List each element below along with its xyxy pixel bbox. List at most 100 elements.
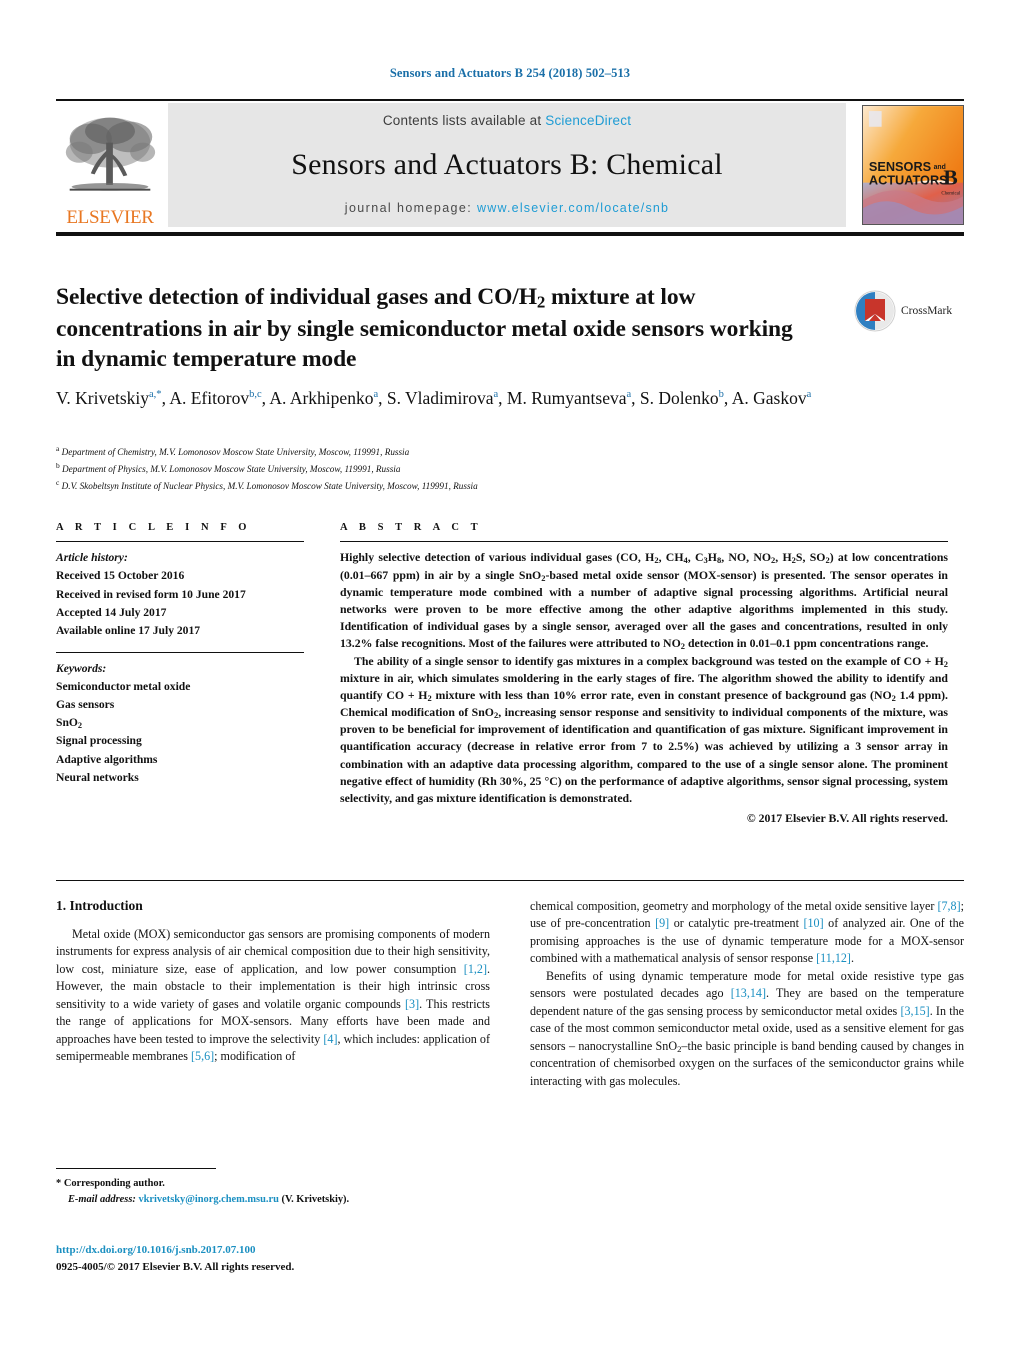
keywords-label: Keywords: [56, 662, 107, 676]
masthead-panel: Contents lists available at ScienceDirec… [168, 103, 846, 227]
citation-link[interactable]: [4] [323, 1032, 337, 1046]
citation-link[interactable]: [1,2] [464, 962, 487, 976]
svg-text:SENSORS: SENSORS [869, 159, 931, 174]
keyword-item: SnO2 [56, 716, 83, 731]
author-affil-mark: a [373, 389, 379, 401]
journal-homepage-link[interactable]: www.elsevier.com/locate/snb [477, 201, 669, 215]
article-info-section: A R T I C L E I N F O Article history: R… [56, 522, 304, 787]
history-item: Accepted 14 July 2017 [56, 605, 167, 619]
journal-cover-art: SENSORS and ACTUATORS B Chemical [863, 106, 963, 224]
svg-text:ACTUATORS: ACTUATORS [869, 173, 948, 188]
abstract-section: A B S T R A C T Highly selective detecti… [340, 522, 948, 827]
author-name: A. Efitorovb,c [169, 388, 262, 408]
author-name: A. Gaskova [731, 388, 812, 408]
email-line: E-mail address: vkrivetsky@inorg.chem.ms… [56, 1192, 486, 1208]
history-item: Available online 17 July 2017 [56, 623, 201, 637]
corresponding-label: Corresponding author. [63, 1178, 165, 1189]
elsevier-logo[interactable]: ELSEVIER [56, 103, 164, 227]
affiliation-item: c D.V. Skobeltsyn Institute of Nuclear P… [56, 477, 478, 491]
journal-homepage-line: journal homepage: www.elsevier.com/locat… [345, 201, 669, 215]
abstract-rule [340, 541, 948, 543]
journal-title: Sensors and Actuators B: Chemical [291, 147, 723, 181]
footnote-rule [56, 1168, 216, 1170]
corresponding-author-line: * Corresponding author. [56, 1176, 486, 1192]
running-head: Sensors and Actuators B 254 (2018) 502–5… [389, 66, 631, 80]
email-link[interactable]: vkrivetsky@inorg.chem.msu.ru [138, 1194, 278, 1205]
article-info-rule [56, 541, 304, 543]
masthead-bottom-rule [56, 232, 964, 236]
journal-cover-thumbnail[interactable]: SENSORS and ACTUATORS B Chemical [862, 105, 964, 225]
body-top-rule [56, 880, 964, 882]
author-affil-mark: b,c [249, 389, 262, 401]
keyword-item: Signal processing [56, 734, 142, 748]
author-name: S. Vladimirovaa [386, 388, 499, 408]
doi-link[interactable]: http://dx.doi.org/10.1016/j.snb.2017.07.… [56, 1242, 576, 1259]
author-affil-mark: b [718, 389, 724, 401]
abstract-paragraph-1: Highly selective detection of various in… [340, 550, 948, 652]
affiliation-mark: b [56, 460, 60, 470]
title-line-1b: mixture at low [545, 284, 696, 310]
section-heading-introduction: 1. Introduction [56, 898, 143, 913]
citation-link[interactable]: [3] [405, 997, 419, 1011]
issn-copyright-line: 0925-4005/© 2017 Elsevier B.V. All right… [56, 1260, 295, 1273]
elsevier-tree-icon [65, 117, 156, 191]
body-column-right: chemical composition, geometry and morph… [530, 898, 964, 1090]
history-item: Received 15 October 2016 [56, 569, 185, 583]
contents-available-line: Contents lists available at ScienceDirec… [383, 113, 631, 128]
author-affil-mark: a [493, 389, 499, 401]
citation-link[interactable]: [10] [803, 916, 823, 930]
affiliation-mark: c [56, 477, 60, 487]
citation-link[interactable]: [13,14] [731, 986, 766, 1000]
title-line-2: concentrations in air by single semicond… [56, 315, 705, 342]
affiliation-mark: a [56, 444, 60, 453]
affiliation-item: a Department of Chemistry, M.V. Lomonoso… [56, 444, 410, 458]
citation-link[interactable]: [5,6] [191, 1049, 214, 1063]
homepage-prefix: journal homepage: [344, 201, 478, 215]
keyword-item: Adaptive algorithms [56, 752, 158, 766]
intro-paragraph-left-1: Metal oxide (MOX) semiconductor gas sens… [56, 927, 490, 1064]
affiliation-list: a Department of Chemistry, M.V. Lomonoso… [56, 443, 876, 494]
title-line-1: Selective detection of individual gases … [56, 284, 537, 310]
author-name: M. Rumyantsevaa [506, 388, 632, 408]
article-history-block: Article history: Received 15 October 201… [56, 549, 304, 639]
body-column-left: 1. Introduction Metal oxide (MOX) semico… [56, 898, 490, 1066]
intro-paragraph-right-1: chemical composition, geometry and morph… [530, 899, 964, 966]
email-owner: (V. Krivetskiy). [281, 1194, 350, 1206]
doi-block: http://dx.doi.org/10.1016/j.snb.2017.07.… [56, 1242, 576, 1275]
crossmark-badge[interactable]: CrossMark [854, 283, 964, 339]
crossmark-label: CrossMark [901, 305, 953, 317]
elsevier-wordmark: ELSEVIER [66, 207, 154, 228]
history-item: Received in revised form 10 June 2017 [56, 587, 246, 601]
abstract-body: Highly selective detection of various in… [340, 549, 948, 827]
citation-link[interactable]: [7,8] [937, 899, 960, 913]
citation-link[interactable]: [9] [655, 916, 669, 930]
article-history-label: Article history: [56, 551, 128, 565]
svg-text:B: B [943, 166, 957, 190]
sciencedirect-link[interactable]: ScienceDirect [545, 113, 631, 128]
journal-masthead: ELSEVIER Contents lists available at Sci… [56, 103, 964, 227]
author-name: V. Krivetskiya,* [56, 388, 162, 408]
author-list: V. Krivetskiya,*, A. Efitorovb,c, A. Ark… [56, 388, 812, 408]
header-rule [56, 99, 964, 101]
article-info-heading: A R T I C L E I N F O [56, 522, 252, 533]
corresponding-marker: * [56, 1178, 62, 1189]
abstract-copyright: © 2017 Elsevier B.V. All rights reserved… [746, 811, 948, 826]
keyword-item: Neural networks [56, 770, 139, 784]
citation-link[interactable]: [3,15] [900, 1004, 929, 1018]
page-title: Selective detection of individual gases … [56, 282, 796, 375]
abstract-paragraph-2: The ability of a single sensor to identi… [340, 653, 948, 805]
keyword-item: Semiconductor metal oxide [56, 680, 191, 694]
author-affil-mark: a,* [149, 389, 162, 401]
contents-prefix: Contents lists available at [382, 113, 546, 128]
keywords-rule [56, 651, 304, 654]
keywords-block: Keywords: Semiconductor metal oxide Gas … [56, 660, 304, 787]
author-affil-mark: a [806, 389, 812, 401]
author-affil-mark: a [626, 389, 632, 401]
email-label: E-mail address: [68, 1194, 136, 1206]
affiliation-item: b Department of Physics, M.V. Lomonosov … [56, 460, 401, 475]
svg-text:Chemical: Chemical [941, 191, 960, 196]
crossmark-icon [854, 290, 896, 332]
citation-link[interactable]: [11,12] [816, 951, 851, 965]
author-name: A. Arkhipenkoa [269, 388, 379, 408]
keyword-item: Gas sensors [56, 698, 115, 712]
